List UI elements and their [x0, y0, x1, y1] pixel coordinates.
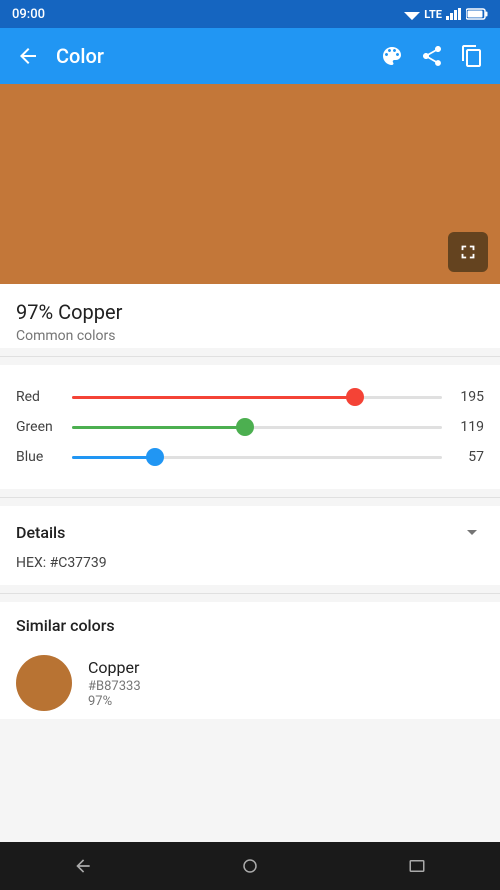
green-fill — [72, 426, 245, 429]
divider-3 — [0, 593, 500, 594]
back-arrow-icon — [16, 44, 40, 68]
blue-track — [72, 456, 442, 459]
color-preview — [0, 84, 500, 284]
palette-icon — [380, 44, 404, 68]
palette-button[interactable] — [380, 44, 404, 68]
back-button[interactable] — [16, 44, 40, 68]
copy-icon — [460, 44, 484, 68]
color-name: 97% Copper — [16, 300, 484, 324]
recent-nav-icon — [408, 857, 426, 875]
blue-value: 57 — [454, 449, 484, 465]
red-fill — [72, 396, 355, 399]
color-item-name: Copper — [88, 658, 484, 677]
red-label: Red — [16, 389, 60, 405]
color-item-hex: #B87333 — [88, 679, 484, 694]
red-slider-row: Red 195 — [16, 387, 484, 407]
fullscreen-button[interactable] — [448, 232, 488, 272]
battery-icon — [466, 8, 488, 20]
blue-fill — [72, 456, 155, 459]
blue-thumb[interactable] — [146, 448, 164, 466]
red-thumb[interactable] — [346, 388, 364, 406]
color-info: Copper #B87333 97% — [88, 658, 484, 709]
back-nav-icon — [73, 856, 93, 876]
common-colors-link[interactable]: Common colors — [16, 328, 484, 344]
blue-slider-row: Blue 57 — [16, 447, 484, 467]
divider-1 — [0, 356, 500, 357]
sliders-section: Red 195 Green 119 Blue 57 — [0, 365, 500, 489]
red-value: 195 — [454, 389, 484, 405]
back-nav-button[interactable] — [63, 846, 103, 886]
status-icons: LTE — [404, 8, 488, 21]
app-bar-actions — [380, 44, 484, 68]
lte-icon: LTE — [424, 8, 442, 21]
status-time: 09:00 — [12, 7, 45, 22]
app-bar-title: Color — [56, 44, 380, 68]
recent-nav-button[interactable] — [397, 846, 437, 886]
blue-label: Blue — [16, 449, 60, 465]
color-swatch — [16, 655, 72, 711]
fullscreen-icon — [457, 241, 479, 263]
similar-colors-section: Similar colors Copper #B87333 97% — [0, 602, 500, 719]
green-label: Green — [16, 419, 60, 435]
wifi-icon — [404, 8, 420, 20]
share-icon — [420, 44, 444, 68]
copy-button[interactable] — [460, 44, 484, 68]
details-section: Details HEX: #C37739 — [0, 506, 500, 585]
color-name-section: 97% Copper Common colors — [0, 284, 500, 348]
details-content: HEX: #C37739 — [16, 552, 484, 571]
red-track — [72, 396, 442, 399]
hex-value: HEX: #C37739 — [16, 555, 107, 571]
home-nav-icon — [241, 857, 259, 875]
list-item[interactable]: Copper #B87333 97% — [16, 647, 484, 719]
divider-2 — [0, 497, 500, 498]
blue-slider-container[interactable] — [72, 447, 442, 467]
chevron-down-icon — [460, 520, 484, 544]
details-title: Details — [16, 523, 65, 542]
status-bar: 09:00 LTE — [0, 0, 500, 28]
color-item-match: 97% — [88, 694, 484, 709]
similar-colors-title: Similar colors — [16, 616, 484, 635]
details-header[interactable]: Details — [16, 520, 484, 544]
red-slider-container[interactable] — [72, 387, 442, 407]
signal-icon — [446, 8, 462, 20]
bottom-nav — [0, 842, 500, 890]
green-thumb[interactable] — [236, 418, 254, 436]
share-button[interactable] — [420, 44, 444, 68]
green-track — [72, 426, 442, 429]
green-value: 119 — [454, 419, 484, 435]
home-nav-button[interactable] — [230, 846, 270, 886]
green-slider-row: Green 119 — [16, 417, 484, 437]
green-slider-container[interactable] — [72, 417, 442, 437]
app-bar: Color — [0, 28, 500, 84]
